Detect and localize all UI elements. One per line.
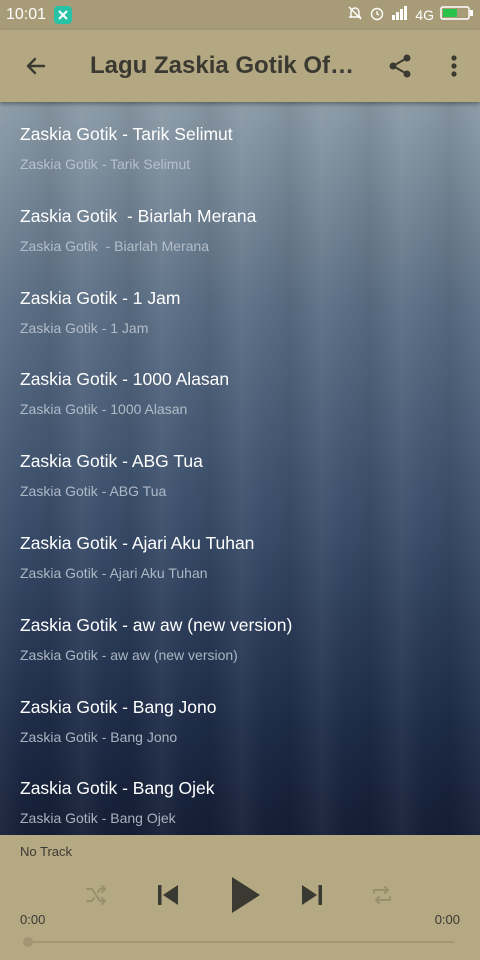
more-vert-icon[interactable] [436, 48, 472, 84]
elapsed-time: 0:00 [20, 912, 46, 927]
track-list[interactable]: Zaskia Gotik - Tarik Selimut Zaskia Goti… [0, 102, 480, 835]
track-list-item[interactable]: Zaskia Gotik - Tarik Selimut Zaskia Goti… [0, 102, 480, 184]
track-subtitle: Zaskia Gotik - 1000 Alasan [20, 401, 188, 418]
play-icon[interactable] [222, 873, 266, 917]
track-list-item[interactable]: Zaskia Gotik - Bang Jono Zaskia Gotik - … [0, 675, 480, 757]
page-title: Lagu Zaskia Gotik Offline Terlengkap [90, 52, 360, 79]
track-subtitle: Zaskia Gotik - Bang Ojek [20, 810, 176, 827]
seek-bar[interactable] [28, 941, 454, 943]
share-icon[interactable] [382, 48, 418, 84]
status-bar: 10:01 4G [0, 0, 480, 30]
status-icons: 4G [347, 5, 474, 26]
music-player-bar: No Track 0:00 0:00 [0, 835, 480, 960]
track-list-item[interactable]: Zaskia Gotik - Bang Ojek Zaskia Gotik - … [0, 756, 480, 835]
track-list-item[interactable]: Zaskia Gotik - Ajari Aku Tuhan Zaskia Go… [0, 511, 480, 593]
track-title: Zaskia Gotik - ABG Tua [20, 451, 203, 472]
network-type: 4G [415, 7, 434, 23]
track-title: Zaskia Gotik - 1000 Alasan [20, 369, 230, 390]
mute-notification-icon [347, 5, 363, 26]
status-time: 10:01 [6, 6, 47, 23]
track-subtitle: Zaskia Gotik - Bang Jono [20, 728, 178, 745]
track-list-item[interactable]: Zaskia Gotik - ABG Tua Zaskia Gotik - AB… [0, 429, 480, 511]
track-subtitle: Zaskia Gotik - aw aw (new version) [20, 646, 238, 663]
track-list-item[interactable]: Zaskia Gotik - 1 Jam Zaskia Gotik - 1 Ja… [0, 266, 480, 348]
app-notification-icon [54, 6, 73, 24]
battery-icon [440, 5, 474, 25]
track-title: Zaskia Gotik - Bang Jono [20, 696, 217, 717]
app-toolbar: Lagu Zaskia Gotik Offline Terlengkap [0, 30, 480, 102]
player-controls [0, 873, 480, 917]
track-subtitle: Zaskia Gotik - Biarlah Merana [20, 237, 210, 254]
now-playing-label: No Track [20, 844, 73, 859]
shuffle-icon[interactable] [82, 881, 110, 909]
arrow-back-icon[interactable] [18, 48, 54, 84]
track-list-item[interactable]: Zaskia Gotik - aw aw (new version) Zaski… [0, 593, 480, 675]
total-duration: 0:00 [434, 912, 460, 927]
track-subtitle: Zaskia Gotik - ABG Tua [20, 483, 167, 500]
track-subtitle: Zaskia Gotik - Ajari Aku Tuhan [20, 564, 208, 581]
track-title: Zaskia Gotik - 1 Jam [20, 287, 181, 308]
track-subtitle: Zaskia Gotik - 1 Jam [20, 319, 149, 336]
track-subtitle: Zaskia Gotik - Tarik Selimut [20, 156, 191, 172]
track-list-item[interactable]: Zaskia Gotik - 1000 Alasan Zaskia Gotik … [0, 347, 480, 429]
track-title: Zaskia Gotik - Tarik Selimut [20, 124, 233, 144]
track-title: Zaskia Gotik - Bang Ojek [20, 778, 215, 799]
repeat-icon[interactable] [368, 881, 396, 909]
track-title: Zaskia Gotik - aw aw (new version) [20, 614, 293, 635]
track-title: Zaskia Gotik - Ajari Aku Tuhan [20, 532, 255, 553]
seek-thumb[interactable] [23, 937, 33, 947]
signal-icon [391, 5, 409, 25]
track-title: Zaskia Gotik - Biarlah Merana [20, 205, 257, 226]
track-list-item[interactable]: Zaskia Gotik - Biarlah Merana Zaskia Got… [0, 184, 480, 266]
skip-next-icon[interactable] [296, 879, 328, 911]
alarm-icon [369, 5, 385, 26]
skip-previous-icon[interactable] [152, 879, 184, 911]
